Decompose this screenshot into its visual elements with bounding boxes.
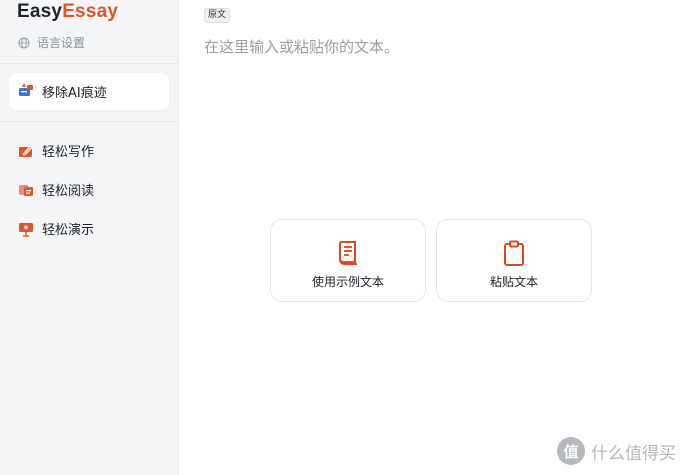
app-logo[interactable]: EasyEssay <box>17 1 118 23</box>
text-input-placeholder[interactable]: 在这里输入或粘贴你的文本。 <box>204 36 399 57</box>
sidebar-item-writing[interactable]: 轻松写作 <box>18 141 94 160</box>
pencil-icon <box>18 143 34 159</box>
language-setting-label: 语言设置 <box>37 36 86 50</box>
presentation-icon <box>18 221 34 237</box>
watermark: 值 什么值得买 <box>557 437 676 465</box>
logo-text-essay: Essay <box>62 1 119 22</box>
sidebar-item-reading[interactable]: 轻松阅读 <box>18 180 94 199</box>
card-label: 使用示例文本 <box>311 275 384 289</box>
reading-icon <box>18 182 34 198</box>
ai-remove-icon <box>18 82 34 102</box>
card-label: 粘贴文本 <box>489 275 538 289</box>
sidebar-item-presentation[interactable]: 轻松演示 <box>18 219 94 238</box>
watermark-badge: 值 <box>557 437 585 465</box>
sidebar-item-remove-ai[interactable]: 移除AI痕迹 <box>9 73 169 110</box>
sidebar: EasyEssay 语言设置 移除AI痕迹 轻松写作 轻松阅读 轻松演示 <box>0 0 179 475</box>
clipboard-icon <box>503 239 525 267</box>
main-editor: 原文 在这里输入或粘贴你的文本。 使用示例文本 粘贴文本 值 什么值得买 <box>180 0 684 475</box>
watermark-text: 什么值得买 <box>591 443 676 464</box>
document-icon <box>337 239 359 267</box>
sidebar-item-label: 移除AI痕迹 <box>42 86 107 101</box>
sidebar-item-label: 轻松阅读 <box>42 184 95 199</box>
logo-text-easy: Easy <box>17 1 63 22</box>
use-sample-text-button[interactable]: 使用示例文本 <box>270 219 426 302</box>
sidebar-divider <box>0 121 179 122</box>
source-text-tag: 原文 <box>204 8 231 23</box>
sidebar-item-label: 轻松演示 <box>42 223 95 238</box>
language-setting[interactable]: 语言设置 <box>18 34 85 51</box>
sidebar-divider <box>0 63 179 64</box>
globe-icon <box>18 37 30 49</box>
paste-text-button[interactable]: 粘贴文本 <box>436 219 592 302</box>
sidebar-item-label: 轻松写作 <box>42 145 95 160</box>
